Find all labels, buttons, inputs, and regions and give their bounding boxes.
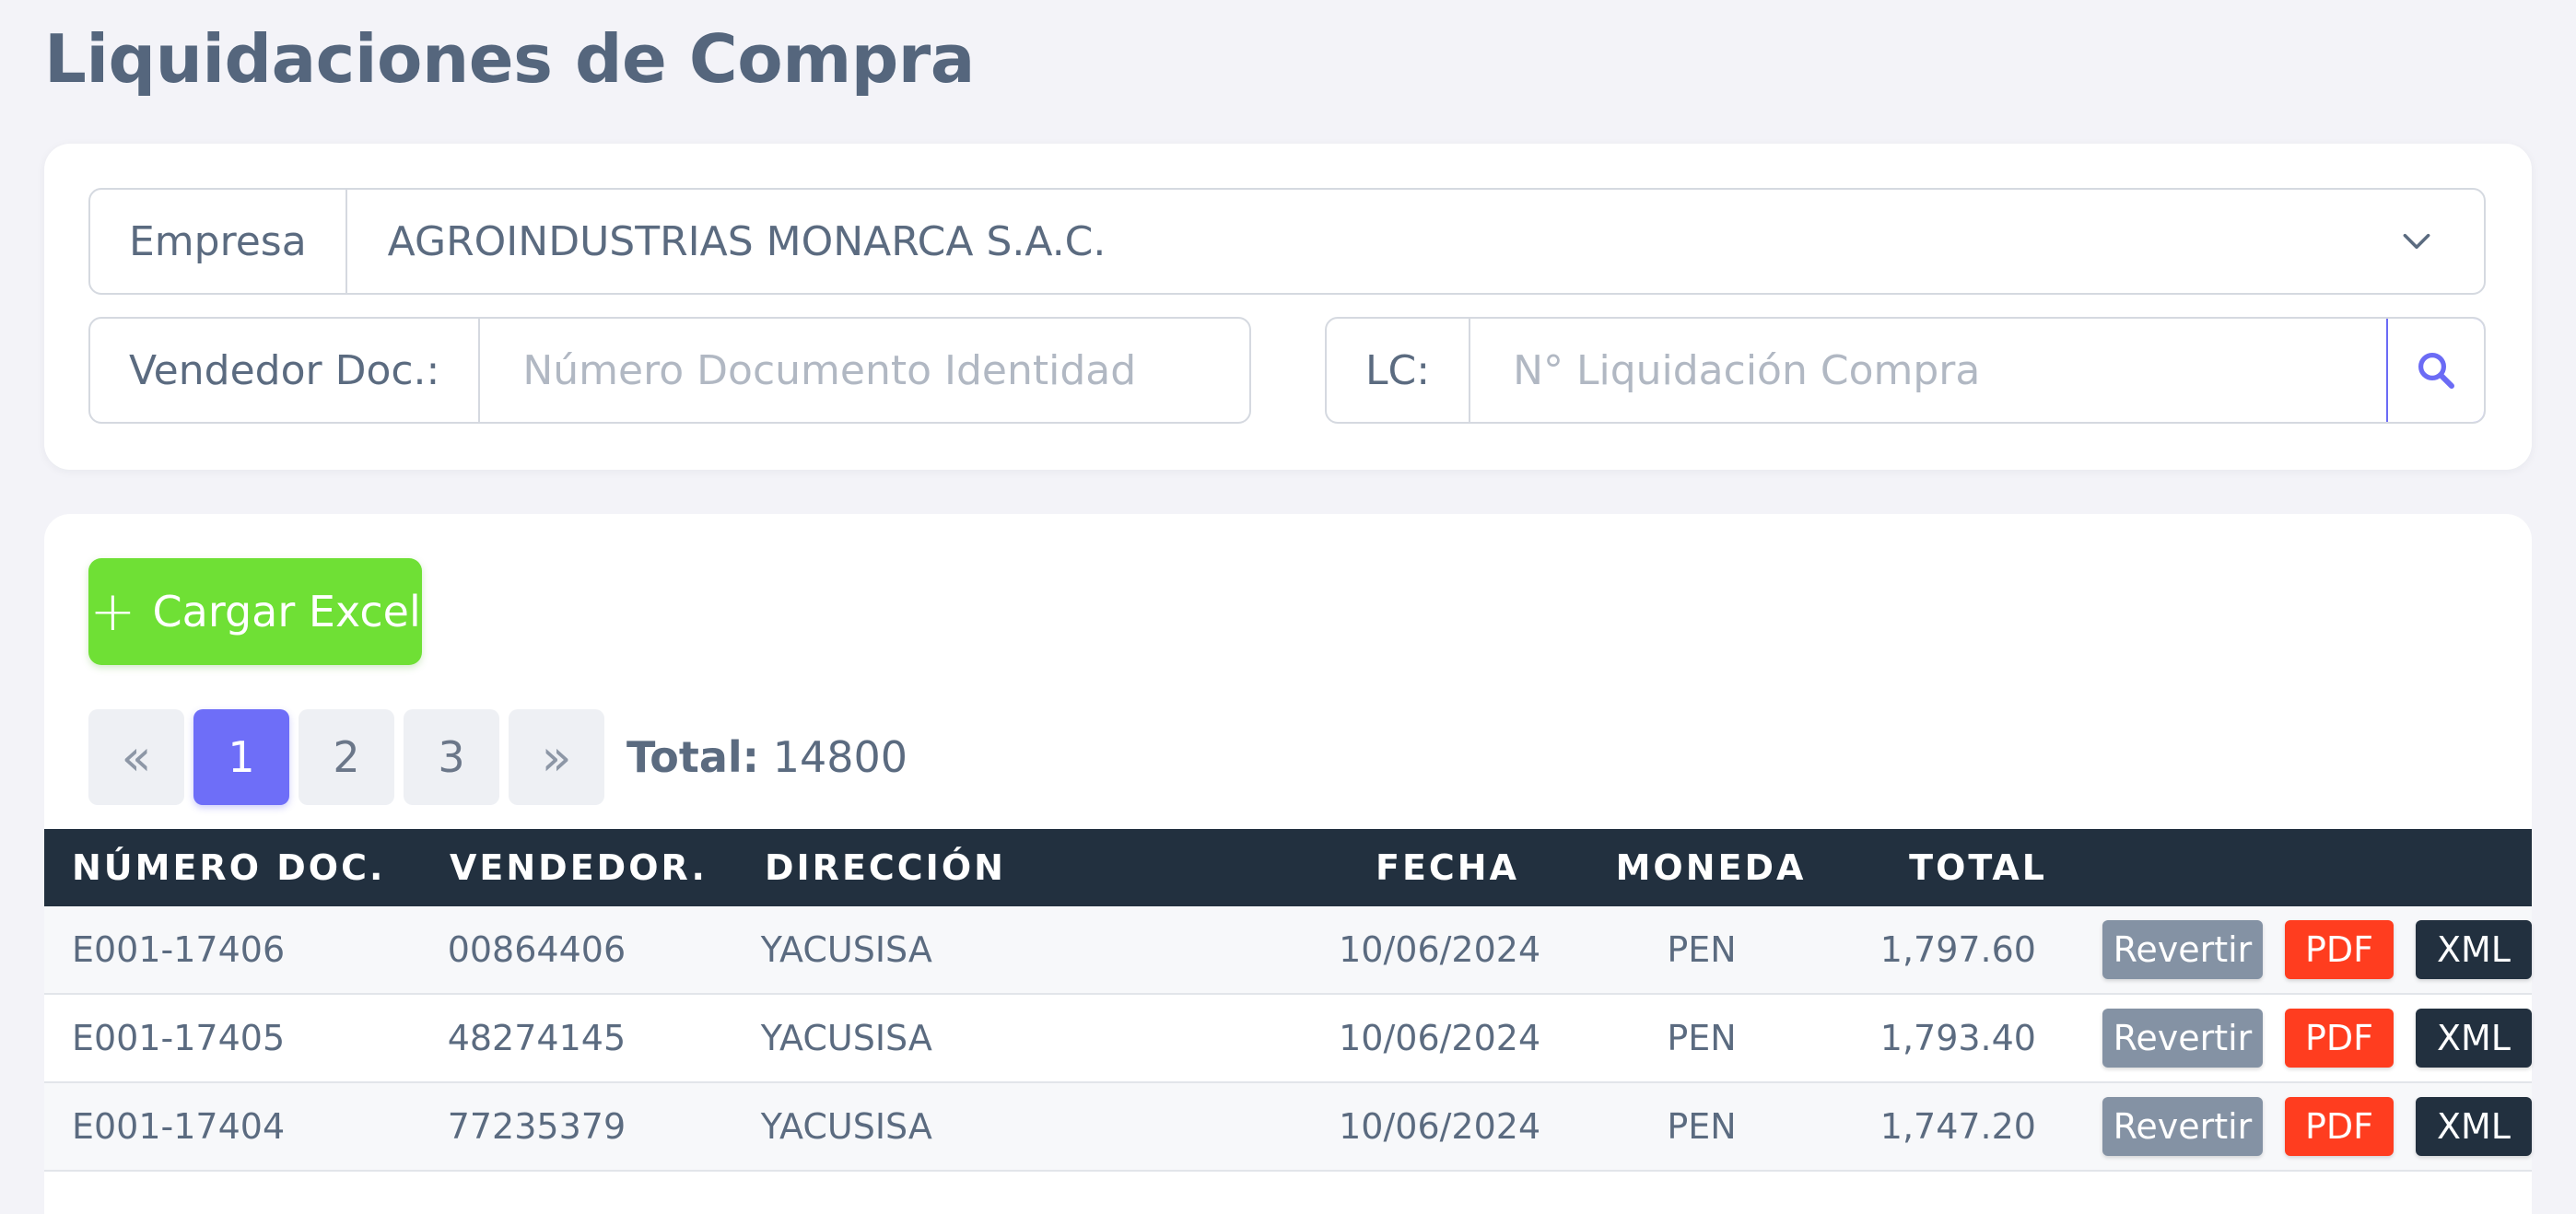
xml-button[interactable]: XML [2415,920,2532,979]
total-label: Total: [626,732,760,782]
page-button-1[interactable]: 1 [193,709,289,805]
cell-total: 1,797.60 [1879,929,2036,970]
table-header: NÚMERO DOC. VENDEDOR. DIRECCIÓN FECHA MO… [44,829,2532,906]
page-button-3[interactable]: 3 [404,709,499,805]
vendedor-doc-input[interactable] [521,345,1209,395]
cell-numero-doc: E001-17404 [72,1106,286,1147]
page-button-2[interactable]: 2 [299,709,394,805]
empresa-select-group[interactable]: Empresa AGROINDUSTRIAS MONARCA S.A.C. [88,188,2486,295]
header-fecha[interactable]: FECHA [1317,847,1577,888]
pdf-button[interactable]: PDF [2284,920,2394,979]
vendedor-label: Vendedor Doc.: [90,319,481,422]
lc-input-group: LC: [1325,317,2486,424]
cell-fecha: 10/06/2024 [1339,1018,1541,1058]
cell-vendedor: 48274145 [447,1018,626,1058]
cell-moneda: PEN [1667,1018,1737,1058]
cargar-excel-label: Cargar Excel [152,587,421,636]
cell-vendedor: 00864406 [447,929,626,970]
cell-numero-doc: E001-17405 [72,1018,286,1058]
plus-icon: + [89,579,136,644]
cell-direccion: YACUSISA [760,1018,932,1058]
cell-direccion: YACUSISA [760,929,932,970]
cell-total: 1,793.40 [1879,1018,2036,1058]
cell-total: 1,747.20 [1879,1106,2036,1147]
table-row: E001-17406 00864406 YACUSISA 10/06/2024 … [44,906,2532,995]
filter-card: Empresa AGROINDUSTRIAS MONARCA S.A.C. Ve… [44,144,2532,470]
revertir-button[interactable]: Revertir [2102,1009,2263,1068]
lc-number-input[interactable] [1511,345,2346,395]
cell-moneda: PEN [1667,929,1737,970]
pdf-button[interactable]: PDF [2284,1097,2394,1156]
cell-numero-doc: E001-17406 [72,929,286,970]
xml-button[interactable]: XML [2415,1009,2532,1068]
cell-direccion: YACUSISA [760,1106,932,1147]
xml-button[interactable]: XML [2415,1097,2532,1156]
total-value: 14800 [772,732,908,782]
vendedor-input-group: Vendedor Doc.: [88,317,1251,424]
cell-fecha: 10/06/2024 [1339,929,1541,970]
revertir-button[interactable]: Revertir [2102,1097,2263,1156]
chevron-down-icon [2403,233,2430,250]
results-card: + Cargar Excel « 1 2 3 » Total: 14800 NÚ… [44,514,2532,1214]
pdf-button[interactable]: PDF [2284,1009,2394,1068]
empresa-select[interactable]: AGROINDUSTRIAS MONARCA S.A.C. [347,190,2484,293]
header-direccion[interactable]: DIRECCIÓN [765,847,1317,888]
cell-fecha: 10/06/2024 [1339,1106,1541,1147]
total-count: Total: 14800 [626,732,907,782]
header-vendedor[interactable]: VENDEDOR. [450,847,765,888]
pagination: « 1 2 3 » Total: 14800 [88,709,907,805]
search-button[interactable] [2386,319,2484,422]
empresa-selected-value: AGROINDUSTRIAS MONARCA S.A.C. [387,217,1107,265]
table-row: E001-17405 48274145 YACUSISA 10/06/2024 … [44,995,2532,1083]
header-total[interactable]: TOTAL [1844,847,2047,888]
empresa-label: Empresa [90,190,347,293]
revertir-button[interactable]: Revertir [2102,920,2263,979]
liquidaciones-table: NÚMERO DOC. VENDEDOR. DIRECCIÓN FECHA MO… [44,829,2532,1172]
first-page-button[interactable]: « [88,709,184,805]
cell-vendedor: 77235379 [447,1106,626,1147]
last-page-button[interactable]: » [509,709,604,805]
cell-moneda: PEN [1667,1106,1737,1147]
lc-label: LC: [1327,319,1471,422]
page-title: Liquidaciones de Compra [44,20,975,98]
table-row: E001-17404 77235379 YACUSISA 10/06/2024 … [44,1083,2532,1172]
search-icon [2418,353,2454,389]
header-moneda[interactable]: MONEDA [1577,847,1844,888]
header-numero-doc[interactable]: NÚMERO DOC. [44,847,450,888]
cargar-excel-button[interactable]: + Cargar Excel [88,558,422,665]
